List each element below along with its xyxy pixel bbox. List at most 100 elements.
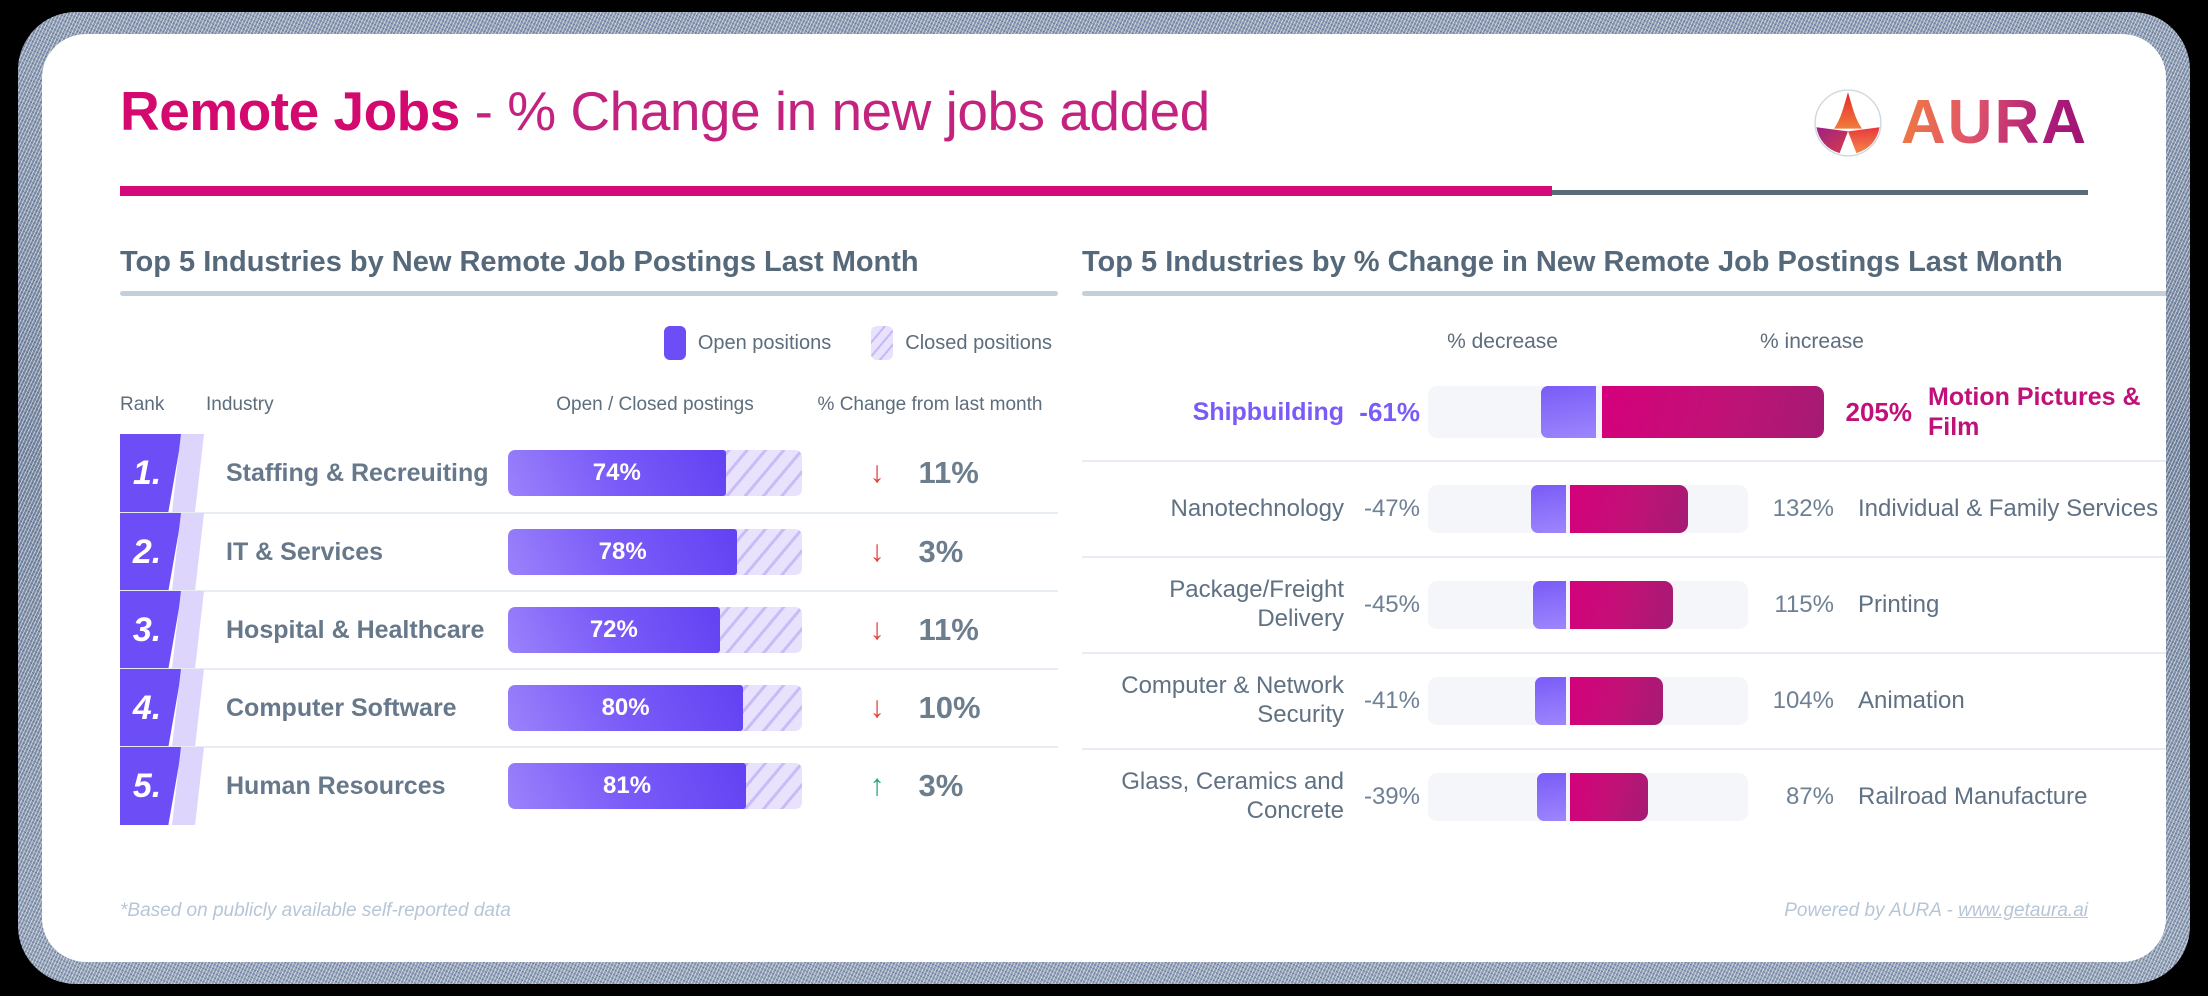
postings-bar: 72%	[508, 607, 802, 653]
page-title-rest: - % Change in new jobs added	[459, 80, 1211, 142]
change-cell: ↓ 11%	[802, 455, 1058, 491]
legend-label-open: Open positions	[697, 331, 832, 354]
trend-down-arrow-icon: ↓	[869, 535, 885, 568]
increase-bar	[1570, 485, 1688, 533]
column-header-postings: Open / Closed postings	[556, 394, 754, 415]
open-positions-value: 80%	[601, 694, 650, 721]
increase-bar	[1570, 581, 1673, 629]
axis-label-decrease: % decrease	[1447, 330, 1558, 353]
table-row: 1. Staffing & Recreuiting 74% ↓ 11%	[120, 434, 1058, 512]
open-positions-value: 78%	[598, 538, 647, 565]
header-divider	[120, 186, 2088, 196]
industry-name: Hospital & Healthcare	[226, 615, 485, 644]
decrease-value: -41%	[1363, 687, 1420, 714]
aura-logo-text: AURA	[1900, 88, 2088, 157]
footnote: *Based on publicly available self-report…	[120, 900, 511, 921]
rank-badge: 2.	[120, 513, 206, 591]
change-value: 10%	[918, 690, 981, 725]
postings-bar-cell: 81%	[508, 763, 802, 809]
aura-website-link[interactable]: www.getaura.ai	[1958, 900, 2088, 921]
postings-bar: 78%	[508, 529, 802, 575]
increase-industry-name: Individual & Family Services	[1858, 494, 2159, 522]
page-title-bold: Remote Jobs	[120, 80, 460, 142]
rank-number: 4.	[132, 688, 162, 727]
decrease-bar	[1536, 773, 1566, 821]
postings-bar: 80%	[508, 685, 802, 731]
legend-item-closed: Closed positions	[871, 326, 1052, 360]
open-positions-bar: 80%	[508, 685, 744, 731]
table-row: 4. Computer Software 80% ↓ 10%	[120, 668, 1058, 747]
change-cell: ↑ 3%	[802, 768, 1058, 804]
table-row: 5. Human Resources 81% ↑ 3%	[120, 746, 1058, 825]
open-positions-bar: 78%	[508, 529, 738, 575]
legend-label-closed: Closed positions	[905, 331, 1052, 354]
diverging-bar-track	[1428, 485, 1748, 533]
change-value: 11%	[918, 455, 979, 490]
decrease-value: -45%	[1363, 591, 1420, 618]
diverging-bar-track	[1428, 386, 1824, 438]
powered-by-prefix: Powered by AURA -	[1784, 900, 1959, 921]
diverging-row: Nanotechnology -47% 132% Individual & Famil…	[1082, 460, 2166, 556]
increase-industry-name: Printing	[1858, 590, 1940, 618]
decrease-bar	[1541, 386, 1596, 438]
diverging-chart-body: Shipbuilding -61% 205% Motion Pictures & Fi…	[1082, 364, 2166, 844]
poster-stage: Remote Jobs - % Change in new jobs added	[0, 0, 2208, 996]
powered-by: Powered by AURA - www.getaura.ai	[1784, 900, 2088, 922]
change-cell: ↓ 10%	[802, 690, 1058, 726]
change-cell: ↓ 3%	[802, 534, 1058, 570]
decrease-value: -61%	[1359, 396, 1420, 427]
rank-badge: 4.	[120, 669, 206, 747]
footer: *Based on publicly available self-report…	[120, 900, 2088, 922]
left-panel-title: Top 5 Industries by New Remote Job Posti…	[120, 246, 919, 278]
change-cell: ↓ 11%	[802, 612, 1058, 648]
increase-value: 115%	[1774, 591, 1834, 618]
rank-badge: 3.	[120, 591, 206, 669]
open-positions-swatch-icon	[663, 326, 686, 360]
diverging-row: Glass, Ceramics and Concrete -39% 87% Railr…	[1082, 748, 2166, 844]
legend: Open positions Closed positions	[120, 326, 1058, 360]
decrease-industry-name: Computer & Network Security	[1121, 672, 1344, 728]
decrease-value: -47%	[1363, 495, 1420, 522]
axis-label-increase: % increase	[1760, 330, 1864, 353]
aura-trident-logo-icon	[1813, 88, 1883, 158]
page-title: Remote Jobs - % Change in new jobs added	[120, 76, 2088, 139]
decrease-industry-name: Nanotechnology	[1170, 494, 1344, 522]
increase-value: 205%	[1845, 396, 1913, 427]
column-header-change: % Change from last month	[817, 394, 1043, 415]
legend-item-open: Open positions	[663, 326, 832, 360]
right-panel-title: Top 5 Industries by % Change in New Remo…	[1082, 246, 2063, 278]
trend-down-arrow-icon: ↓	[869, 456, 885, 489]
industry-name: Staffing & Recreuiting	[226, 458, 489, 487]
increase-industry-name: Animation	[1858, 686, 1965, 714]
open-positions-bar: 74%	[508, 450, 726, 496]
table-row: 2. IT & Services 78% ↓ 3%	[120, 512, 1058, 591]
left-panel-divider	[120, 291, 1058, 296]
table-body: 1. Staffing & Recreuiting 74% ↓ 11% 2. IT & Se…	[120, 434, 1058, 825]
industry-name: IT & Services	[226, 537, 384, 566]
report-card: Remote Jobs - % Change in new jobs added	[42, 34, 2166, 962]
header: Remote Jobs - % Change in new jobs added	[120, 76, 2088, 196]
diverging-axis-labels: % decrease % increase	[1082, 330, 2166, 354]
change-value: 11%	[918, 612, 979, 647]
right-panel-divider	[1082, 291, 2166, 296]
increase-value: 104%	[1772, 687, 1834, 714]
table-row: 3. Hospital & Healthcare 72% ↓ 11%	[120, 590, 1058, 669]
open-positions-value: 74%	[592, 459, 641, 486]
diverging-bar-track	[1428, 581, 1748, 629]
decrease-bar	[1535, 677, 1566, 725]
diverging-row: Package/Freight Delivery -45% 115% Printing	[1082, 556, 2166, 652]
trend-up-arrow-icon: ↑	[869, 769, 885, 802]
postings-bar-cell: 80%	[508, 685, 802, 731]
closed-positions-swatch-icon	[871, 326, 894, 360]
decrease-industry-name: Package/Freight Delivery	[1169, 576, 1344, 632]
increase-value: 87%	[1785, 783, 1834, 810]
industry-name: Computer Software	[226, 693, 457, 722]
postings-bar-cell: 78%	[508, 529, 802, 575]
open-positions-value: 81%	[603, 772, 652, 799]
open-positions-value: 72%	[589, 616, 638, 643]
aura-logo: AURA	[1813, 88, 2088, 158]
rank-badge: 1.	[120, 434, 206, 512]
trend-down-arrow-icon: ↓	[869, 691, 885, 724]
decrease-bar	[1532, 581, 1566, 629]
postings-bar: 81%	[508, 763, 802, 809]
